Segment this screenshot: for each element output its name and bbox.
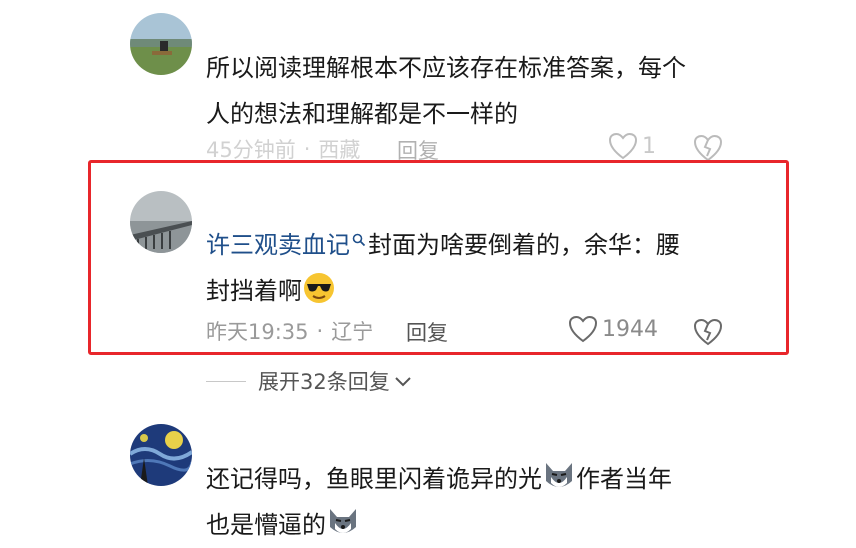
comment-2-like-count: 1944: [602, 316, 658, 342]
comment-3-text: 还记得吗，鱼眼里闪着诡异的光 作者当年 也是懵逼的: [206, 456, 672, 548]
wolf-face-icon: [330, 509, 356, 533]
expand-divider: [206, 380, 246, 382]
heart-icon: [568, 315, 598, 343]
comment-2-like-button[interactable]: 1944: [568, 315, 658, 343]
comment-2-line-2: 封挡着啊: [206, 268, 680, 314]
comment-3-line-1: 还记得吗，鱼眼里闪着诡异的光 作者当年: [206, 456, 672, 502]
expand-replies-label: 展开32条回复: [258, 370, 390, 394]
comment-2-reply-button[interactable]: 回复: [406, 317, 448, 347]
comment-2-line-2-text: 封挡着啊: [206, 277, 302, 305]
comment-1-like-button[interactable]: 1: [608, 132, 656, 160]
wolf-face-icon: [546, 463, 572, 487]
sunglasses-face-icon: [304, 273, 334, 303]
chevron-down-icon: [395, 377, 411, 387]
expand-replies-button[interactable]: 展开32条回复: [206, 366, 412, 396]
heart-icon: [608, 132, 638, 160]
comment-2-location: 辽宁: [331, 320, 374, 344]
comment-2-line-1: 许三观卖血记 封面为啥要倒着的，余华：腰: [206, 222, 680, 268]
avatar-comment-3[interactable]: [130, 424, 192, 486]
comment-1-like-count: 1: [642, 133, 656, 159]
comment-3-line-1-text: 还记得吗，鱼眼里闪着诡异的光: [206, 465, 542, 493]
comment-2-meta: 昨天19:35 · 辽宁: [206, 313, 373, 349]
comment-3-line-2: 也是懵逼的: [206, 502, 672, 548]
search-icon: [352, 233, 366, 247]
comment-3-line-1-after: 作者当年: [576, 465, 672, 493]
avatar-comment-2[interactable]: [130, 191, 192, 253]
broken-heart-icon[interactable]: [693, 318, 723, 346]
comment-2-text: 许三观卖血记 封面为啥要倒着的，余华：腰 封挡着啊: [206, 222, 680, 314]
comment-1-text: 所以阅读理解根本不应该存在标准答案，每个 人的想法和理解都是不一样的: [206, 45, 686, 137]
comment-2-line-1-rest: 封面为啥要倒着的，余华：腰: [368, 231, 680, 259]
comment-1-line-1: 所以阅读理解根本不应该存在标准答案，每个: [206, 54, 686, 82]
comment-2-time: 昨天19:35: [206, 320, 309, 344]
topic-link[interactable]: 许三观卖血记: [206, 231, 350, 259]
meta-separator: ·: [316, 319, 324, 343]
comment-3-line-2-text: 也是懵逼的: [206, 511, 326, 539]
broken-heart-icon[interactable]: [693, 134, 723, 162]
avatar-comment-1[interactable]: [130, 13, 192, 75]
meta-separator: ·: [303, 137, 311, 161]
